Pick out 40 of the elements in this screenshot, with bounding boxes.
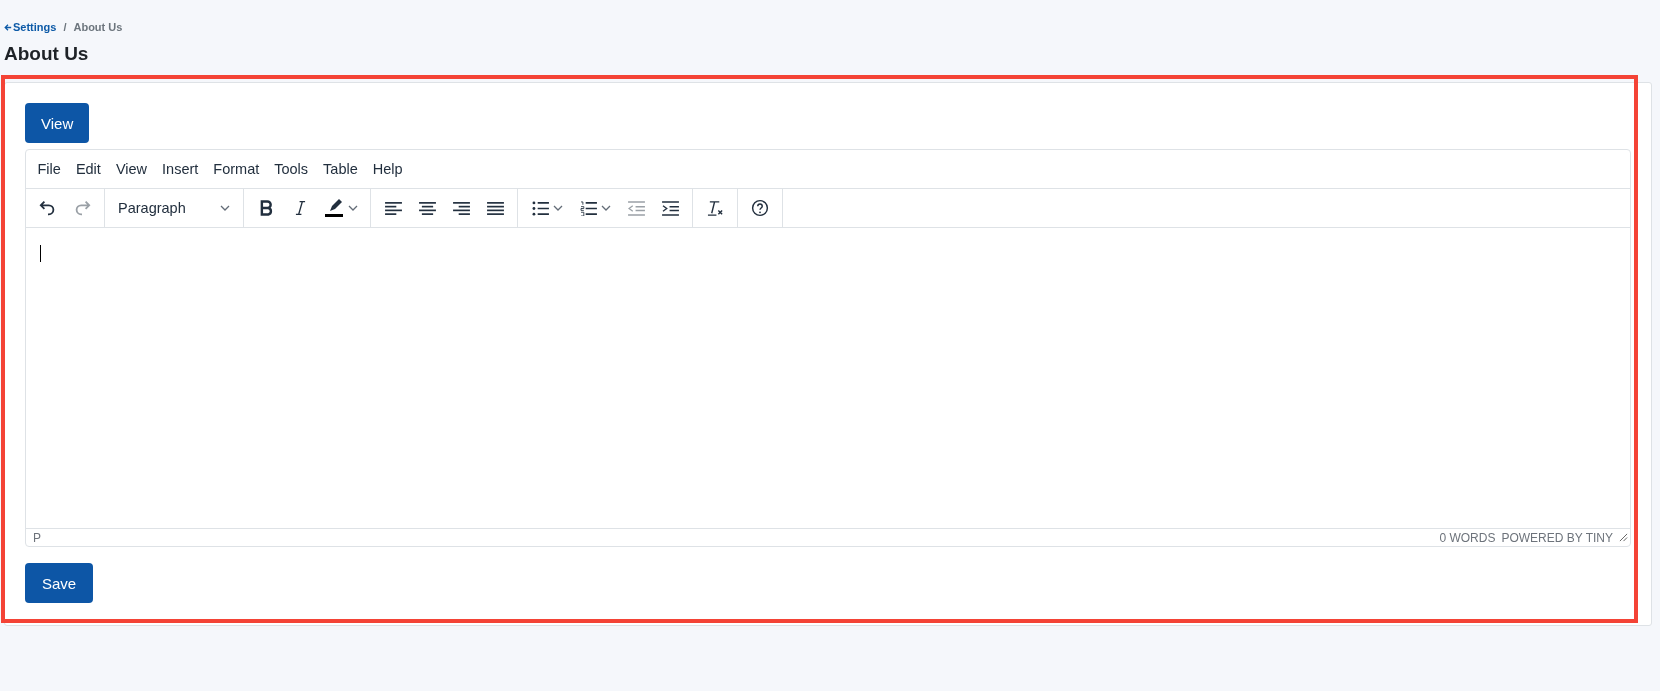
clear-formatting-icon bbox=[706, 199, 724, 217]
branding-link[interactable]: POWERED BY TINY bbox=[1501, 530, 1613, 545]
view-button[interactable]: View bbox=[25, 103, 90, 143]
numbered-list-icon bbox=[579, 200, 597, 216]
breadcrumb-current: About Us bbox=[73, 21, 123, 33]
undo-icon bbox=[39, 199, 57, 217]
menu-item[interactable]: Tools bbox=[266, 161, 316, 177]
menu-item[interactable]: Insert bbox=[154, 161, 206, 177]
text-cursor bbox=[40, 245, 41, 262]
chevron-icon bbox=[220, 205, 230, 211]
breadcrumb-separator: / bbox=[63, 21, 67, 33]
help-icon bbox=[751, 199, 769, 217]
justify-icon bbox=[486, 200, 504, 216]
align-right-icon bbox=[452, 200, 470, 216]
redo-icon bbox=[73, 199, 91, 217]
chevron-icon bbox=[552, 205, 563, 211]
highlighter-icon bbox=[324, 198, 344, 218]
italic-icon bbox=[294, 200, 306, 216]
bold-icon bbox=[259, 200, 273, 216]
menu-item[interactable]: Edit bbox=[68, 161, 109, 177]
back-link[interactable]: Settings bbox=[4, 21, 57, 33]
chevron-icon bbox=[600, 205, 611, 211]
element-path[interactable]: P bbox=[33, 530, 41, 545]
save-button[interactable]: Save bbox=[25, 563, 94, 603]
menu-item[interactable]: File bbox=[30, 161, 69, 177]
align-center-icon bbox=[418, 200, 436, 216]
back-arrow-icon bbox=[4, 22, 12, 32]
menu-item[interactable]: Table bbox=[315, 161, 366, 177]
align-left-icon bbox=[384, 200, 402, 216]
outdent-icon bbox=[627, 200, 645, 216]
menu-item[interactable]: View bbox=[108, 161, 155, 177]
chevron-icon bbox=[348, 205, 358, 211]
indent-icon bbox=[661, 200, 679, 216]
menu-item[interactable]: Format bbox=[205, 161, 267, 177]
menu-item[interactable]: Help bbox=[365, 161, 411, 177]
block-format-dropdown[interactable]: Paragraph bbox=[110, 191, 238, 225]
page-title: About Us bbox=[4, 42, 90, 66]
resize-handle-icon[interactable] bbox=[1619, 533, 1628, 542]
word-count[interactable]: 0 WORDS bbox=[1439, 530, 1496, 545]
bullet-list-icon bbox=[531, 200, 549, 216]
